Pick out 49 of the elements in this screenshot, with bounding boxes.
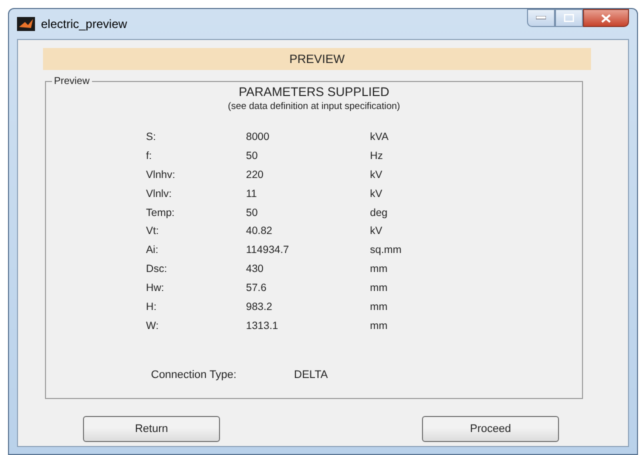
parameter-unit: kVA [370, 130, 390, 144]
parameter-unit: kV [370, 224, 384, 239]
minimize-button[interactable] [527, 9, 555, 27]
parameter-value: 50 [246, 148, 259, 164]
panel-legend: Preview [52, 76, 92, 87]
parameter-label: Ai: [146, 243, 160, 258]
parameter-value: 11 [246, 186, 258, 202]
parameter-label: W: [146, 318, 160, 334]
panel-heading: PARAMETERS SUPPLIED [238, 85, 390, 99]
close-button[interactable] [583, 9, 629, 27]
parameter-unit: kV [370, 168, 384, 182]
preview-banner: PREVIEW [43, 48, 591, 70]
parameter-label: Connection Type: [151, 369, 238, 382]
parameter-value: 50 [246, 206, 259, 220]
parameter-unit: kV [370, 186, 384, 202]
parameter-value: DELTA [294, 369, 328, 382]
parameter-label: Hw: [146, 281, 166, 296]
parameter-value: 40.82 [246, 224, 274, 239]
parameter-label: H: [146, 300, 158, 315]
parameter-value: 430 [246, 262, 265, 277]
close-icon [601, 14, 611, 22]
parameter-value: 8000 [246, 130, 270, 144]
parameter-label: Vlnlv: [146, 186, 173, 202]
minimize-icon [536, 16, 546, 20]
parameter-unit: deg [370, 206, 389, 220]
parameter-unit: mm [370, 262, 388, 277]
parameter-label: Vlnhv: [146, 168, 176, 182]
parameter-label: Dsc: [146, 262, 168, 277]
window-title: electric_preview [41, 17, 128, 31]
parameter-value: 983.2 [246, 300, 274, 315]
parameter-value: 114934.7 [246, 243, 290, 258]
parameter-value: 57.6 [246, 281, 268, 296]
return-button[interactable]: Return [83, 416, 220, 442]
parameter-value: 220 [246, 168, 265, 182]
app-logo-icon [17, 17, 35, 31]
panel-subheading: (see data definition at input specification) [226, 101, 402, 112]
parameter-unit: mm [370, 281, 388, 296]
parameter-unit: sq.mm [370, 243, 402, 258]
parameter-unit: Hz [370, 148, 384, 164]
parameter-unit: mm [370, 318, 388, 334]
proceed-button[interactable]: Proceed [422, 416, 559, 442]
maximize-button[interactable] [555, 9, 583, 27]
parameter-label: Vt: [146, 224, 160, 239]
maximize-icon [564, 14, 574, 22]
parameter-unit: mm [370, 300, 388, 315]
parameter-label: f: [146, 148, 153, 164]
parameter-label: S: [146, 130, 157, 144]
parameter-label: Temp: [146, 206, 176, 220]
parameter-value: 1313.1 [246, 318, 280, 334]
